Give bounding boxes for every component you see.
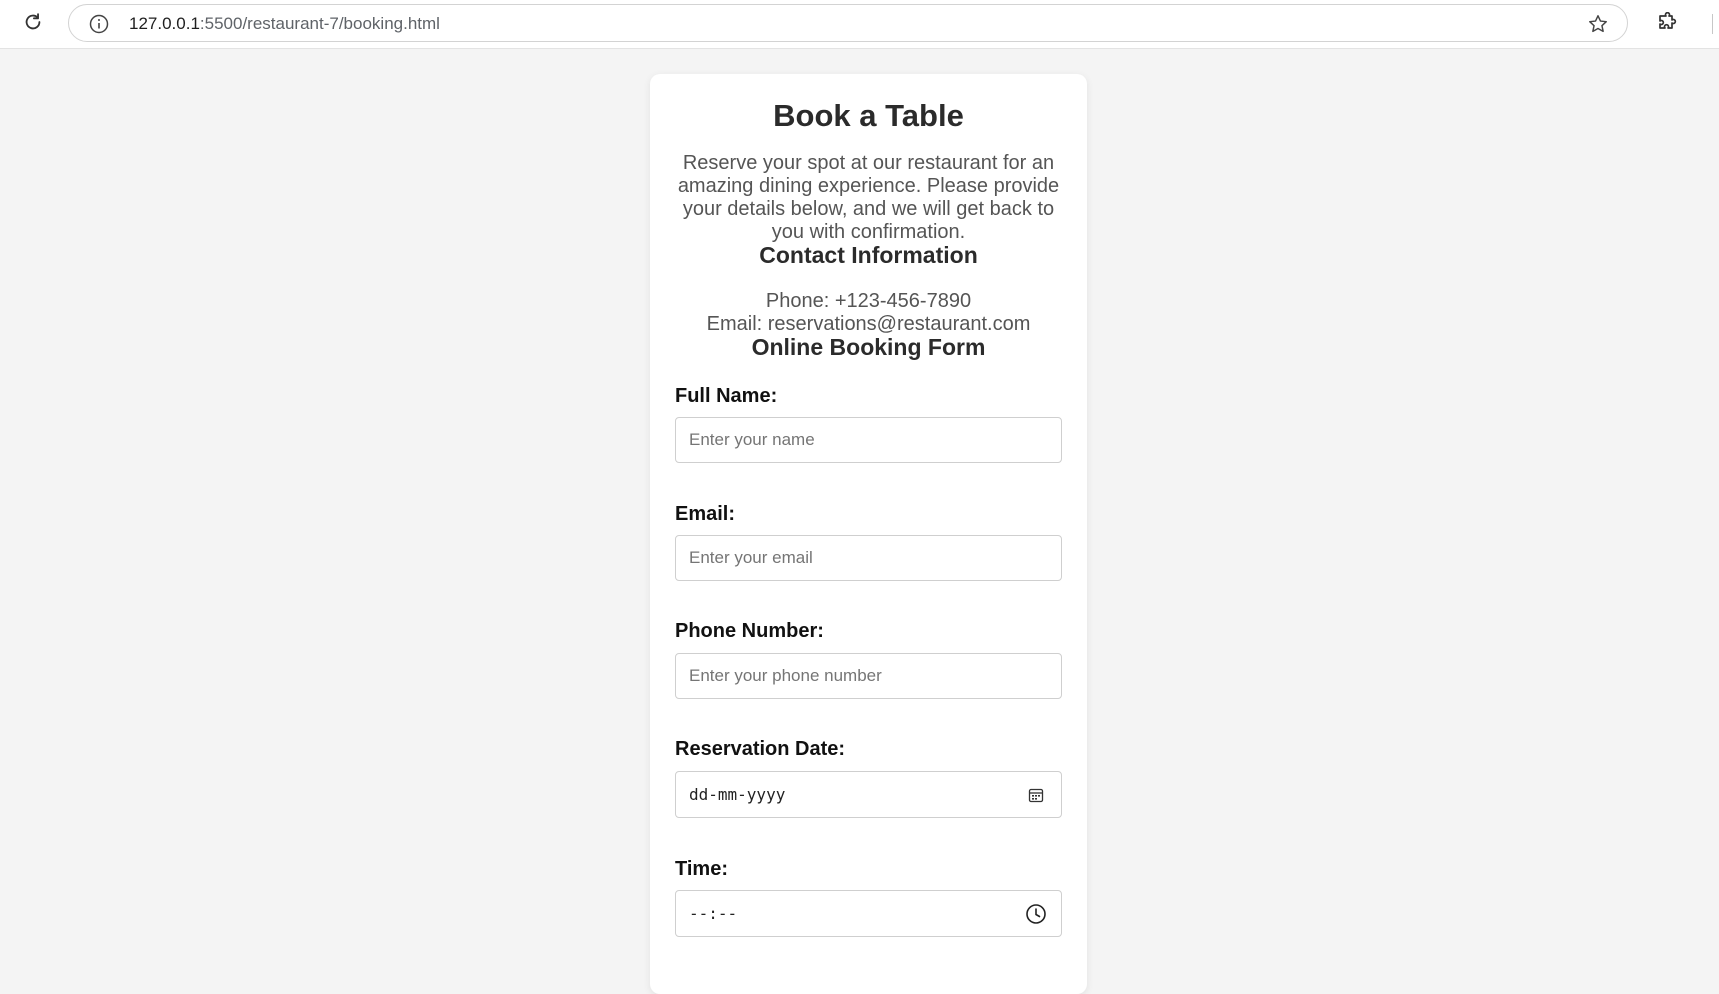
url-text: 127.0.0.1:5500/restaurant-7/booking.html (129, 14, 440, 34)
time-input[interactable]: --:-- (675, 890, 1062, 937)
email-input[interactable] (675, 535, 1062, 581)
contact-phone: Phone: +123-456-7890 (765, 290, 972, 312)
reload-button[interactable] (16, 8, 50, 40)
intro-text: Reserve your spot at our restaurant for … (677, 152, 1060, 243)
clock-icon[interactable] (1025, 903, 1047, 925)
reload-icon (22, 11, 44, 38)
phone-label: Phone Number: (675, 620, 824, 642)
calendar-icon[interactable] (1025, 784, 1047, 806)
form-heading: Online Booking Form (751, 334, 986, 360)
date-input[interactable]: dd-mm-yyyy (675, 771, 1062, 818)
info-icon[interactable] (89, 14, 109, 34)
star-icon[interactable] (1587, 13, 1609, 35)
email-label: Email: (675, 503, 736, 525)
booking-card: Book a Table Reserve your spot at our re… (650, 74, 1087, 994)
time-label: Time: (675, 858, 728, 880)
page-title: Book a Table (773, 98, 964, 133)
contact-email: Email: reservations@restaurant.com (706, 313, 1031, 335)
full-name-input[interactable] (675, 417, 1062, 463)
contact-heading: Contact Information (759, 242, 978, 268)
browser-toolbar: 127.0.0.1:5500/restaurant-7/booking.html (0, 0, 1719, 49)
phone-input[interactable] (675, 653, 1062, 699)
puzzle-icon[interactable] (1652, 10, 1680, 38)
date-placeholder: dd-mm-yyyy (689, 785, 786, 804)
address-bar[interactable]: 127.0.0.1:5500/restaurant-7/booking.html (68, 4, 1628, 42)
full-name-label: Full Name: (675, 385, 778, 407)
url-path: :5500/restaurant-7/booking.html (199, 14, 440, 33)
toolbar-divider (1712, 14, 1713, 34)
url-host: 127.0.0.1 (129, 14, 200, 33)
time-placeholder: --:-- (689, 904, 738, 923)
date-label: Reservation Date: (675, 738, 846, 760)
